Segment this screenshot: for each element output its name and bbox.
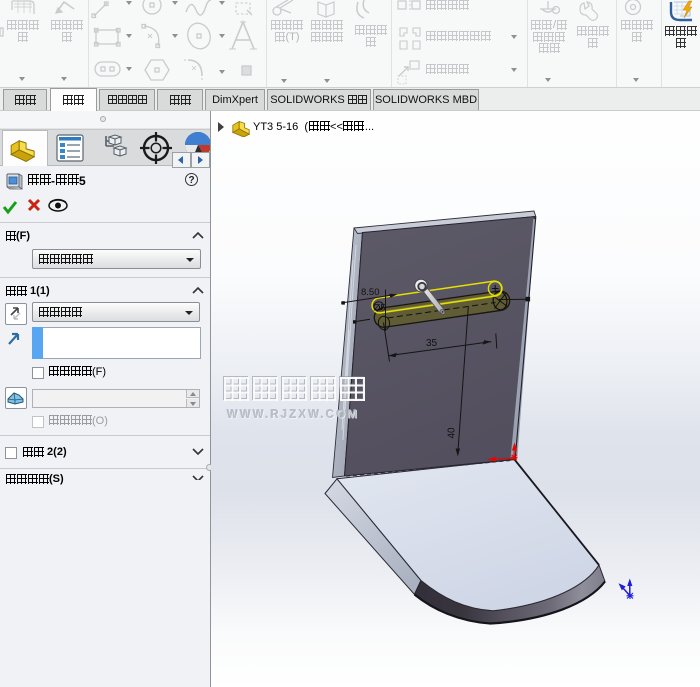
svg-text:Ø5: Ø5 [373, 303, 386, 314]
svg-text:40: 40 [447, 427, 458, 439]
svg-text:35: 35 [426, 338, 438, 349]
svg-text:8.50: 8.50 [361, 287, 380, 298]
